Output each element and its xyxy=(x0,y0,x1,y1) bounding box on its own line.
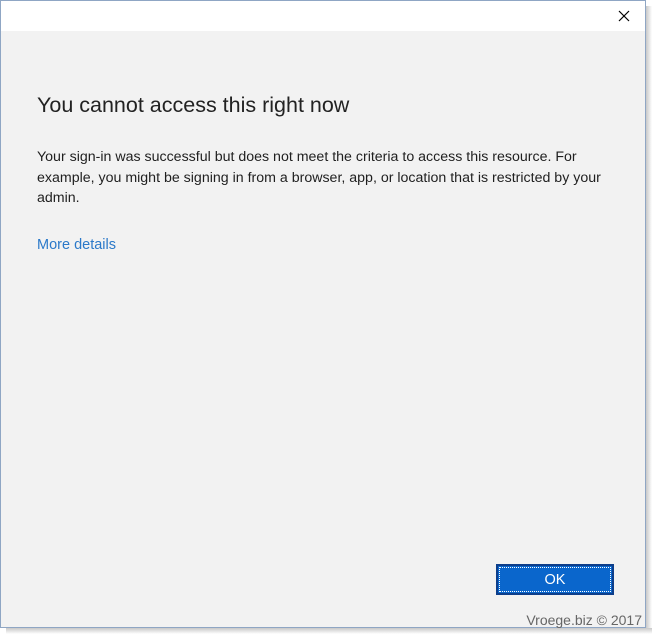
dialog-message: Your sign-in was successful but does not… xyxy=(37,149,601,206)
window-shadow-bottom xyxy=(6,628,652,634)
watermark: Vroege.biz © 2017 xyxy=(526,612,642,628)
title-bar xyxy=(1,1,645,31)
close-icon xyxy=(618,10,630,22)
window-shadow-right xyxy=(646,6,652,630)
ok-button[interactable]: OK xyxy=(496,564,614,595)
dialog-heading: You cannot access this right now xyxy=(37,93,350,117)
more-details-link[interactable]: More details xyxy=(37,237,116,253)
dialog-window: You cannot access this right now Your si… xyxy=(0,0,646,628)
close-button[interactable] xyxy=(607,1,641,31)
